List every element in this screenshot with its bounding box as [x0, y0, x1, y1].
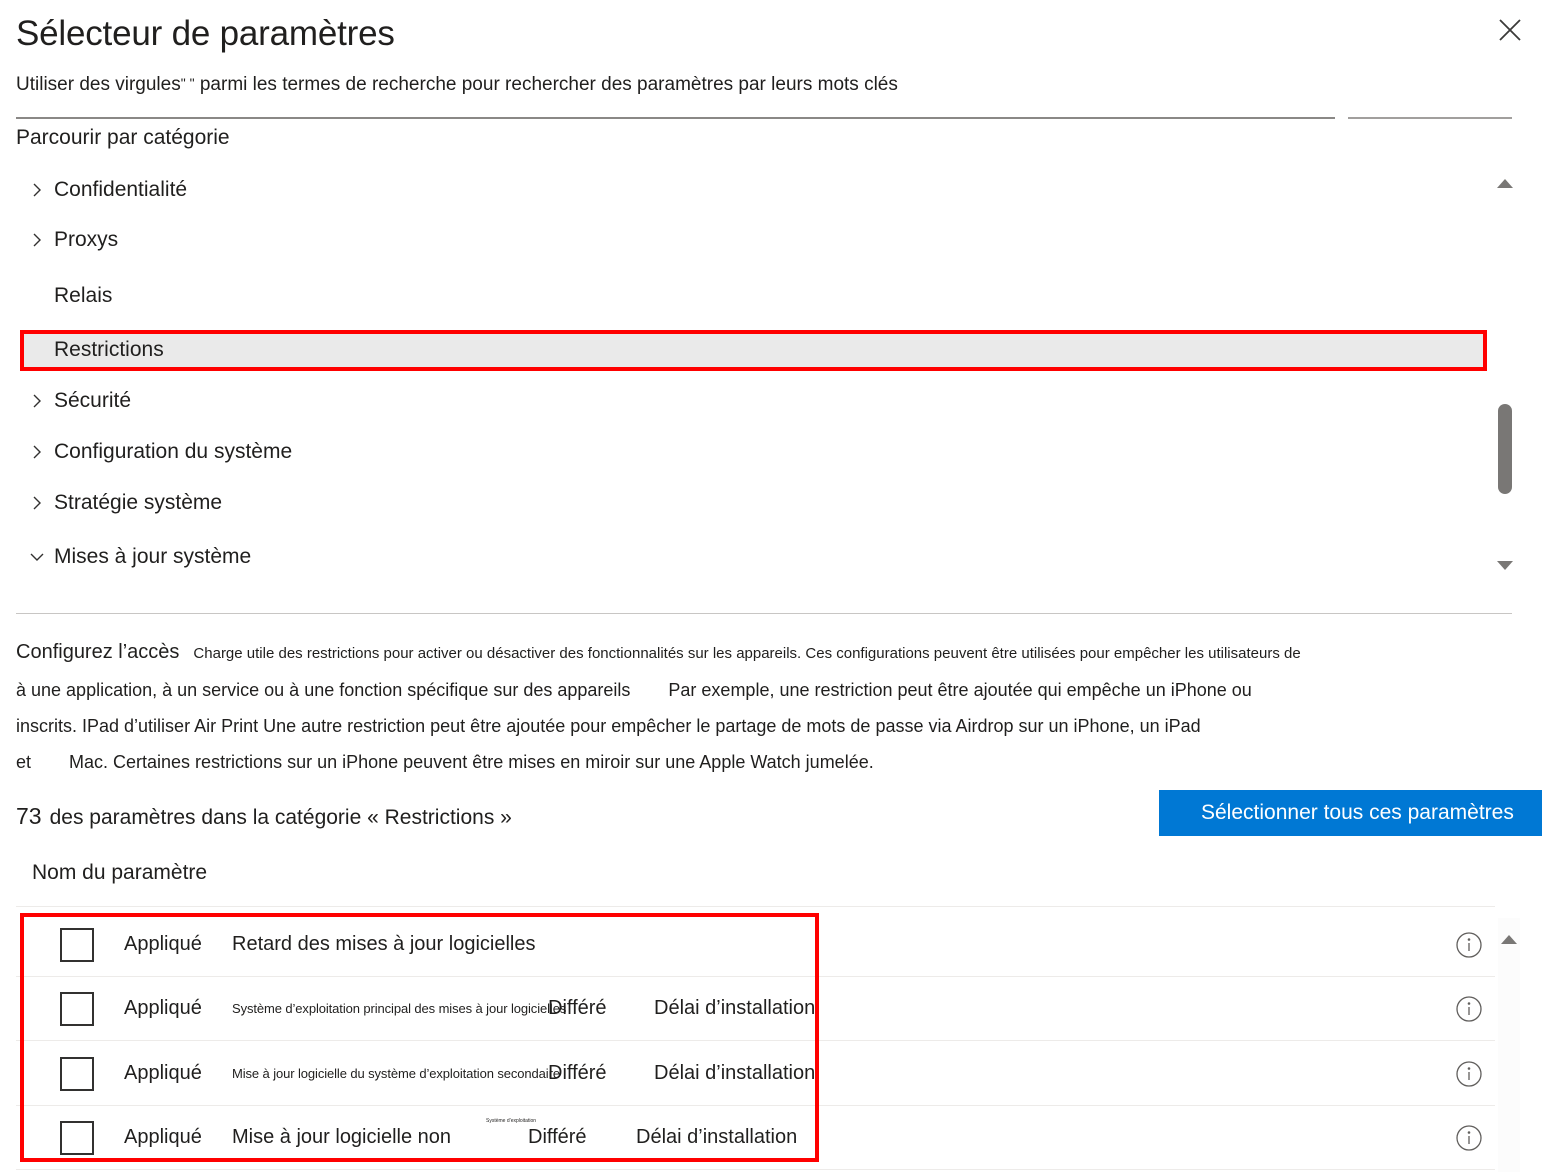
chevron-right-icon[interactable] [20, 393, 54, 409]
description-line-1b: Charge utile des restrictions pour activ… [193, 645, 1301, 662]
row-applied-label: Appliqué [124, 997, 202, 1019]
info-icon[interactable] [1453, 929, 1485, 961]
chevron-right-icon[interactable] [20, 182, 54, 198]
page-title: Sélecteur de paramètres [16, 14, 395, 53]
info-icon[interactable] [1453, 1058, 1485, 1090]
tree-item-mises-a-jour-systeme[interactable]: Mises à jour système [20, 537, 1487, 577]
tree-item-label: Restrictions [54, 338, 164, 361]
scrollbar-thumb[interactable] [1498, 404, 1512, 494]
row-delay: Délai d’installation [654, 1062, 816, 1084]
search-hint: Utiliser des virgules" " parmi les terme… [16, 70, 898, 98]
column-header-setting-name: Nom du paramètre [32, 861, 208, 884]
triangle-up-icon[interactable] [1498, 928, 1520, 950]
row-applied-label: Appliqué [124, 1126, 202, 1148]
tree-item-label: Mises à jour système [54, 545, 252, 568]
description-line-2b: Par exemple, une restriction peut être a… [668, 680, 1252, 700]
settings-count-number: 73 [16, 803, 42, 829]
category-description: Configurez l’accès Charge utile des restr… [16, 634, 1506, 780]
row-setting-name: Système d’exploitation principal des mis… [232, 1001, 567, 1016]
tree-item-confidentialite[interactable]: Confidentialité [20, 170, 1487, 210]
row-state: Différé [548, 1062, 607, 1084]
tree-item-securite[interactable]: Sécurité [20, 381, 1487, 421]
description-line-4a: et [16, 752, 32, 772]
row-delay: Délai d’installation [636, 1126, 798, 1148]
search-row [16, 104, 1512, 119]
triangle-up-icon[interactable] [1494, 172, 1516, 194]
row-delay: Délai d’installation [654, 997, 816, 1019]
tree-item-label: Stratégie système [54, 491, 223, 514]
description-line-1a: Configurez l’accès [16, 641, 180, 663]
row-state: Différé [548, 997, 607, 1019]
table-row[interactable]: Appliqué Mise à jour logicielle non Syst… [16, 1106, 1495, 1170]
row-checkbox[interactable] [60, 991, 94, 1026]
tree-item-label: Proxys [54, 228, 119, 251]
chevron-right-icon[interactable] [20, 232, 54, 248]
settings-count-text: des paramètres dans la catégorie « Restr… [49, 806, 512, 829]
description-line-3: inscrits. IPad d’utiliser Air Print Une … [16, 716, 1201, 736]
description-line-2: à une application, à un service ou à une… [16, 672, 1506, 708]
tree-item-label: Confidentialité [54, 178, 188, 201]
divider [16, 613, 1512, 614]
chevron-right-icon[interactable] [20, 444, 54, 460]
select-all-settings-button[interactable]: Sélectionner tous ces paramètres [1159, 790, 1542, 836]
tree-item-proxys[interactable]: Proxys [20, 220, 1487, 260]
row-setting-name: Retard des mises à jour logicielles [232, 933, 536, 955]
description-line-4: et Mac. Certaines restrictions sur un iPh… [16, 744, 1506, 780]
search-hint-suffix: parmi les termes de recherche pour reche… [194, 74, 898, 95]
browse-by-category-label: Parcourir par catégorie [16, 126, 230, 149]
tree-item-label: Configuration du système [54, 440, 293, 463]
table-row[interactable]: Appliqué Mise à jour logicielle du systè… [16, 1042, 1495, 1106]
table-row[interactable]: Appliqué Retard des mises à jour logicie… [16, 913, 1495, 977]
description-line-1: Configurez l’accès Charge utile des restr… [16, 634, 1506, 672]
search-input[interactable] [16, 104, 1335, 119]
chevron-down-icon[interactable] [20, 549, 54, 565]
category-tree: Confidentialité Proxys Relais Restrictio… [0, 164, 1542, 588]
tree-item-configuration-du-systeme[interactable]: Configuration du système [20, 432, 1487, 472]
triangle-down-icon[interactable] [1494, 554, 1516, 576]
row-checkbox[interactable] [60, 927, 94, 962]
info-icon[interactable] [1453, 1122, 1485, 1154]
search-hint-quote: " " [180, 75, 195, 91]
description-line-2a: à une application, à un service ou à une… [16, 680, 631, 700]
table-top-rule [16, 906, 1495, 907]
tree-item-label: Relais [54, 284, 113, 307]
close-button[interactable] [1486, 8, 1534, 52]
search-scope-field[interactable] [1348, 104, 1512, 119]
row-setting-name-suffix: Système d’exploitation [486, 1118, 537, 1124]
row-state: Différé [528, 1126, 587, 1148]
chevron-right-icon[interactable] [20, 495, 54, 511]
description-line-4b: Mac. Certaines restrictions sur un iPhon… [69, 752, 874, 772]
settings-table-scrollbar[interactable] [1498, 918, 1520, 1172]
settings-table: Appliqué Retard des mises à jour logicie… [16, 906, 1520, 1172]
tree-item-relais[interactable]: Relais [20, 276, 1487, 316]
row-checkbox[interactable] [60, 1056, 94, 1091]
row-applied-label: Appliqué [124, 933, 202, 955]
tree-item-label: Sécurité [54, 389, 132, 412]
search-hint-prefix: Utiliser des virgules [16, 74, 181, 95]
category-tree-scrollbar[interactable] [1494, 172, 1516, 576]
close-icon [1495, 15, 1525, 45]
row-checkbox[interactable] [60, 1120, 94, 1155]
tree-item-strategie-systeme[interactable]: Stratégie système [20, 483, 1487, 523]
row-setting-name: Mise à jour logicielle non [232, 1126, 452, 1148]
info-icon[interactable] [1453, 993, 1485, 1025]
row-setting-name: Mise à jour logicielle du système d’expl… [232, 1066, 560, 1081]
settings-count-line: 73 des paramètres dans la catégorie « Res… [16, 801, 512, 833]
row-applied-label: Appliqué [124, 1062, 202, 1084]
tree-item-restrictions[interactable]: Restrictions [20, 330, 1487, 370]
table-row[interactable]: Appliqué Système d’exploitation principa… [16, 977, 1495, 1041]
